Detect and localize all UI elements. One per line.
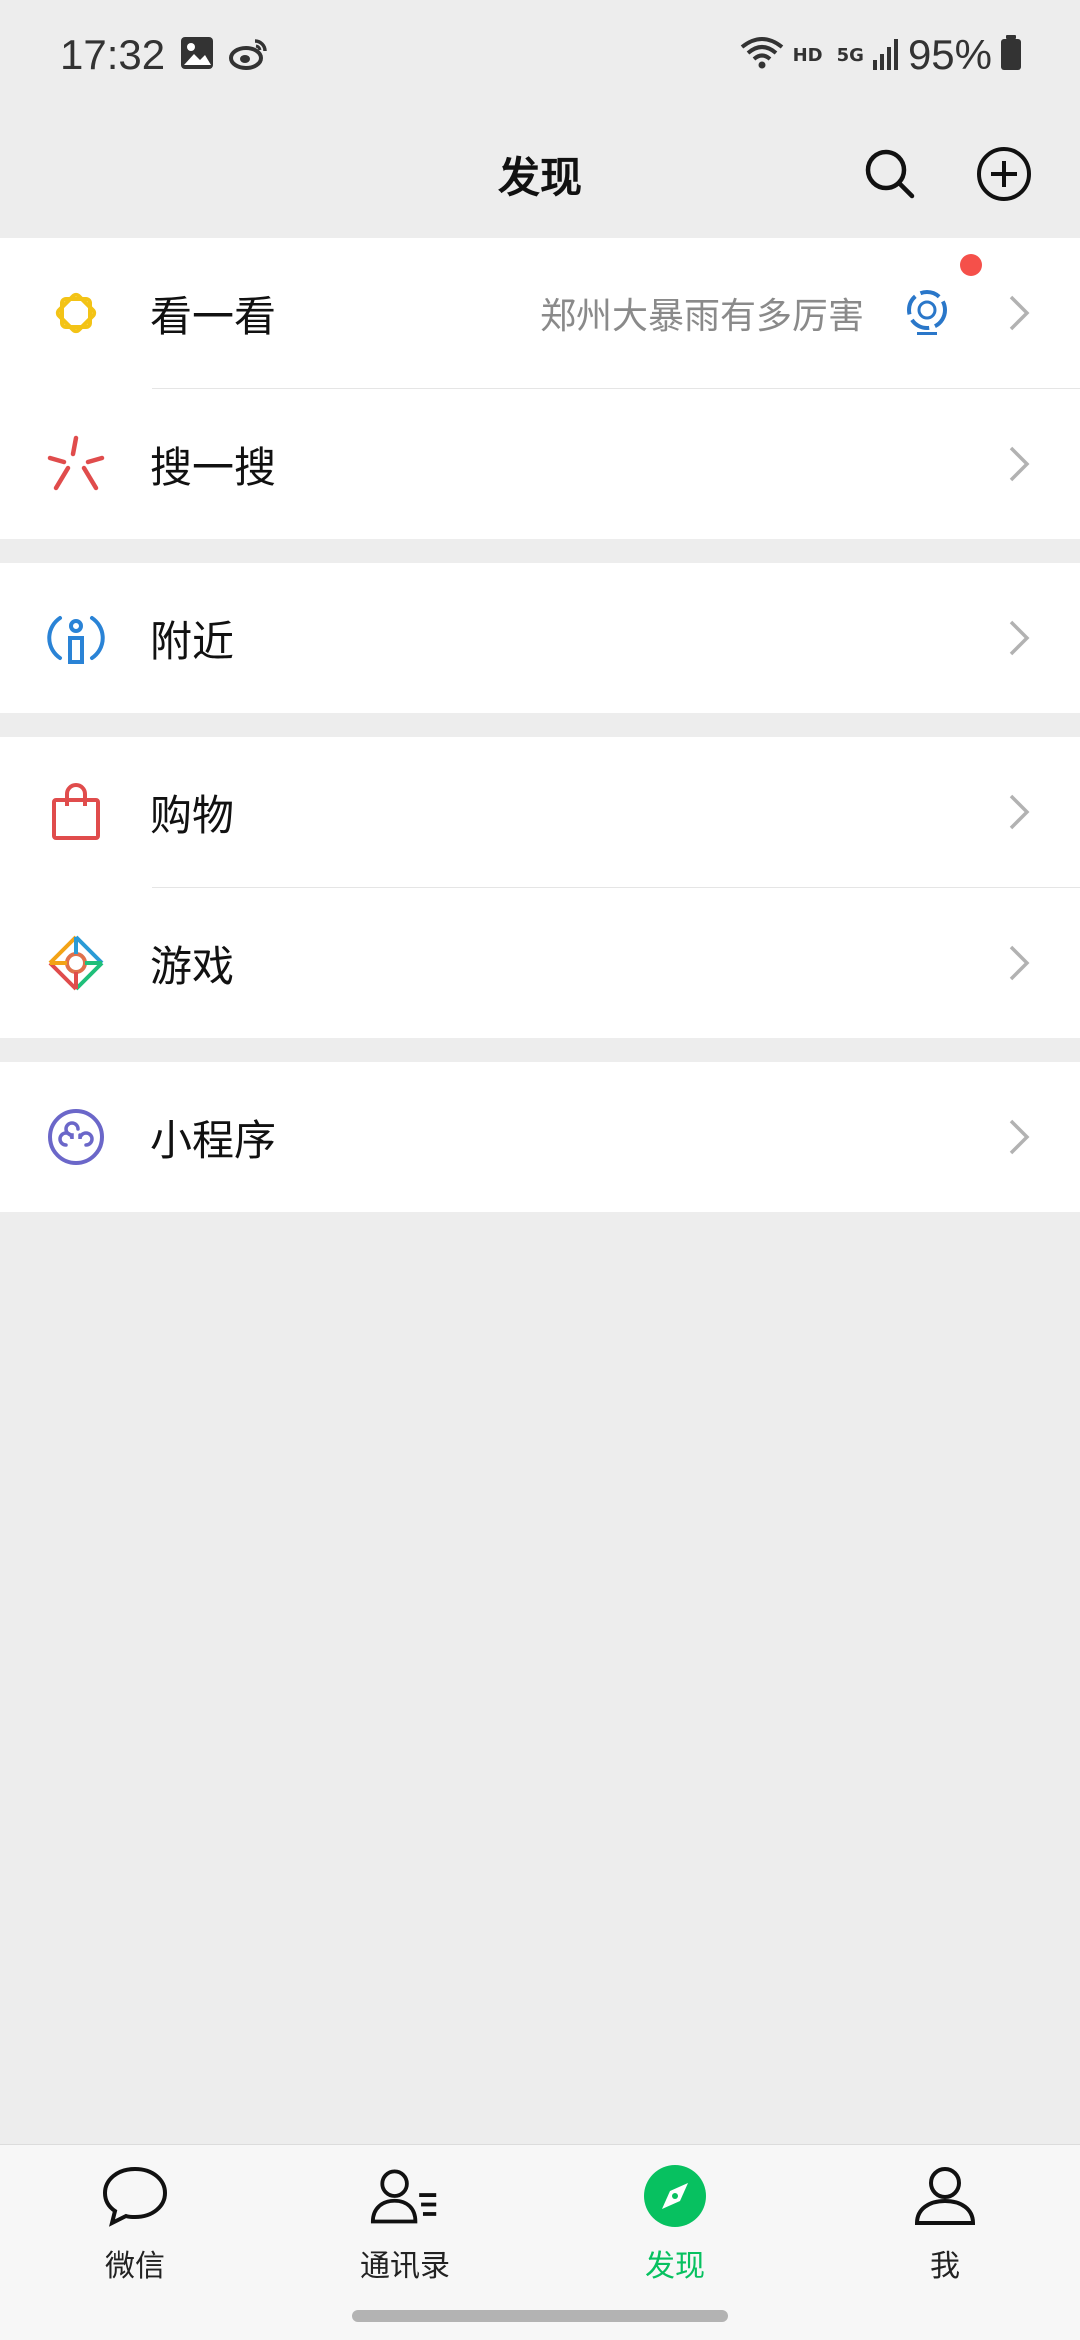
status-bar: 17:32 HD 5G 95% — [0, 0, 1080, 110]
menu-item-label: 搜一搜 — [150, 442, 277, 492]
menu-item-nearby[interactable]: 附近 — [0, 563, 1080, 713]
tab-label: 通讯录 — [360, 2249, 450, 2284]
menu-item-label: 购物 — [150, 790, 235, 840]
top-stories-headline: 郑州大暴雨有多厉害 — [539, 296, 864, 337]
tab-discover[interactable]: 发现 — [585, 2161, 765, 2291]
tab-chats[interactable]: 微信 — [45, 2161, 225, 2291]
page-title: 发现 — [497, 152, 582, 202]
tab-label: 微信 — [105, 2249, 165, 2284]
chat-bubble-icon — [100, 2161, 170, 2231]
search-spark-icon — [46, 434, 106, 494]
chevron-right-icon — [1004, 444, 1034, 484]
menu-item-games[interactable]: 游戏 — [0, 888, 1080, 1038]
menu-item-label: 游戏 — [150, 941, 235, 991]
network-label: HD — [792, 44, 823, 66]
chevron-right-icon — [1004, 1117, 1034, 1157]
battery-icon — [1000, 35, 1022, 75]
menu-item-label: 附近 — [150, 616, 235, 666]
chevron-right-icon — [1004, 792, 1034, 832]
cell-label: 5G — [836, 44, 864, 66]
battery-percent: 95% — [907, 31, 992, 78]
mini-program-icon — [46, 1107, 106, 1167]
search-button[interactable] — [860, 144, 920, 204]
moments-star-icon — [46, 283, 106, 343]
tab-label: 发现 — [645, 2249, 705, 2284]
menu-group-3: 购物 游戏 — [0, 737, 1080, 1038]
chevron-right-icon — [1004, 943, 1034, 983]
gallery-notification-icon — [179, 35, 215, 75]
menu-item-shopping[interactable]: 购物 — [0, 737, 1080, 887]
game-diamond-icon — [46, 933, 106, 993]
header: 发现 — [0, 110, 1080, 238]
tab-me[interactable]: 我 — [855, 2161, 1035, 2291]
discover-screen: 17:32 HD 5G 95% 发现 看一看 郑州大暴雨有多厉害 搜一搜 附近 … — [0, 0, 1080, 2340]
home-indicator[interactable] — [352, 2310, 728, 2322]
unread-badge — [960, 254, 982, 276]
contacts-icon — [370, 2161, 440, 2231]
chevron-right-icon — [1004, 618, 1034, 658]
add-circle-icon — [977, 147, 1031, 201]
wifi-icon — [739, 35, 785, 75]
shopping-bag-icon — [46, 782, 106, 842]
menu-item-label: 小程序 — [150, 1115, 277, 1165]
chevron-right-icon — [1004, 293, 1034, 333]
menu-group-2: 附近 — [0, 563, 1080, 713]
signal-icon — [872, 36, 900, 74]
tab-label: 我 — [930, 2249, 960, 2284]
menu-group-4: 小程序 — [0, 1062, 1080, 1212]
tab-contacts[interactable]: 通讯录 — [315, 2161, 495, 2291]
nearby-icon — [46, 608, 106, 668]
add-button[interactable] — [974, 144, 1034, 204]
menu-item-mini-programs[interactable]: 小程序 — [0, 1062, 1080, 1212]
weibo-notification-icon — [229, 35, 269, 75]
profile-icon — [910, 2161, 980, 2231]
menu-group-1: 看一看 郑州大暴雨有多厉害 搜一搜 — [0, 238, 1080, 539]
compass-icon — [640, 2161, 710, 2231]
menu-item-label: 看一看 — [150, 291, 277, 341]
status-time: 17:32 — [60, 31, 166, 78]
search-icon — [865, 149, 915, 199]
menu-item-search[interactable]: 搜一搜 — [0, 389, 1080, 539]
menu-item-top-stories[interactable]: 看一看 郑州大暴雨有多厉害 — [0, 238, 1080, 388]
news-source-logo-icon — [902, 288, 952, 338]
